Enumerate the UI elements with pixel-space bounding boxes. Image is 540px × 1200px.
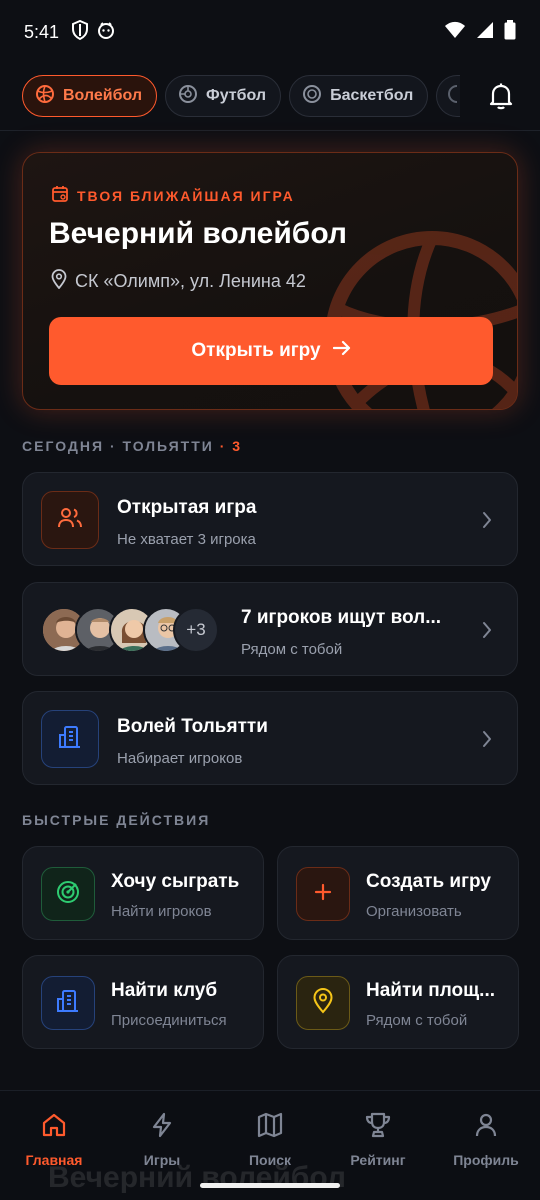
plus-icon [313, 882, 333, 907]
action-subtitle: Организовать [366, 903, 462, 920]
location-pin-icon-tile [296, 976, 350, 1030]
volleyball-icon [35, 84, 55, 109]
building-icon [55, 988, 81, 1019]
avatar-more-count: +3 [173, 607, 219, 653]
users-icon [57, 507, 83, 534]
trophy-icon [364, 1111, 392, 1142]
status-bar: 5:41 [0, 0, 540, 64]
arrow-right-icon [332, 340, 351, 362]
nav-label: Рейтинг [350, 1152, 406, 1168]
nav-search[interactable]: Поиск [216, 1111, 324, 1168]
chevron-right-icon [481, 620, 493, 645]
tab-label: Волейбол [63, 87, 143, 104]
action-subtitle: Найти игроков [111, 903, 212, 920]
building-icon [57, 724, 83, 755]
notifications-button[interactable] [488, 82, 514, 115]
nav-games[interactable]: Игры [108, 1111, 216, 1168]
create-game-button[interactable]: Создать игру Организовать [277, 846, 519, 940]
action-title: Хочу сыграть [111, 871, 240, 892]
location-text: СК «Олимп», ул. Ленина 42 [75, 271, 306, 291]
plus-icon-tile [296, 867, 350, 921]
next-game-location: СК «Олимп», ул. Ленина 42 [51, 269, 306, 294]
tab-basketball[interactable]: Баскетбол [289, 75, 429, 117]
header-divider [0, 130, 540, 131]
list-item-title: Волей Тольятти [117, 716, 268, 737]
map-icon [256, 1111, 284, 1142]
nav-profile[interactable]: Профиль [432, 1111, 540, 1168]
nav-rating[interactable]: Рейтинг [324, 1111, 432, 1168]
next-game-card[interactable]: ТВОЯ БЛИЖАЙШАЯ ИГРА Вечерний волейбол СК… [22, 152, 518, 410]
wifi-icon [444, 21, 466, 44]
home-indicator[interactable] [200, 1183, 340, 1188]
bell-icon [488, 83, 514, 114]
kicker-text: ТВОЯ БЛИЖАЙШАЯ ИГРА [77, 187, 295, 204]
basketball-icon [302, 84, 322, 109]
sport-tabs: Волейбол Футбол Баскетбол [0, 74, 540, 118]
action-title: Найти площ... [366, 980, 496, 1001]
home-icon [40, 1111, 68, 1142]
signal-icon [476, 21, 494, 44]
sport-icon [447, 84, 460, 109]
tab-football[interactable]: Футбол [165, 75, 282, 117]
list-item-title: Открытая игра [117, 497, 257, 518]
nav-label: Поиск [248, 1152, 291, 1168]
list-item-players-searching[interactable]: +3 7 игроков ищут вол... Рядом с тобой [22, 582, 518, 676]
open-game-button[interactable]: Открыть игру [49, 317, 493, 385]
list-item-club[interactable]: Волей Тольятти Набирает игроков [22, 691, 518, 785]
nav-label: Игры [143, 1152, 181, 1168]
radar-icon-tile [41, 867, 95, 921]
want-to-play-button[interactable]: Хочу сыграть Найти игроков [22, 846, 264, 940]
chevron-right-icon [481, 729, 493, 754]
calendar-icon [51, 185, 69, 206]
nav-home[interactable]: Главная [0, 1111, 108, 1168]
building-icon-tile [41, 710, 99, 768]
today-section-label: СЕГОДНЯ · ТОЛЬЯТТИ · 3 [22, 438, 242, 454]
person-icon [472, 1111, 500, 1142]
quick-actions-label: БЫСТРЫЕ ДЕЙСТВИЯ [22, 812, 211, 828]
list-item-subtitle: Набирает игроков [117, 750, 243, 767]
battery-icon [504, 19, 516, 45]
app-notification-icon [97, 21, 115, 44]
tab-more-partial[interactable] [436, 75, 461, 117]
today-count: · 3 [219, 438, 243, 454]
building-icon-tile [41, 976, 95, 1030]
find-club-button[interactable]: Найти клуб Присоединиться [22, 955, 264, 1049]
action-title: Создать игру [366, 871, 491, 892]
list-item-subtitle: Не хватает 3 игрока [117, 531, 256, 548]
shield-icon [71, 19, 89, 45]
section-title: СЕГОДНЯ · ТОЛЬЯТТИ [22, 438, 214, 454]
tab-label: Футбол [206, 87, 267, 104]
action-subtitle: Рядом с тобой [366, 1012, 468, 1029]
action-title: Найти клуб [111, 980, 218, 1001]
tab-volleyball[interactable]: Волейбол [22, 75, 158, 117]
action-subtitle: Присоединиться [111, 1012, 227, 1029]
nav-label: Профиль [453, 1152, 519, 1168]
location-pin-icon [51, 269, 67, 294]
lightning-icon [148, 1111, 176, 1142]
football-icon [178, 84, 198, 109]
list-item-title: 7 игроков ищут вол... [241, 607, 442, 628]
radar-icon [55, 879, 81, 910]
location-pin-icon [312, 987, 334, 1019]
button-label: Открыть игру [191, 340, 321, 361]
next-game-title: Вечерний волейбол [49, 217, 347, 250]
next-game-kicker: ТВОЯ БЛИЖАЙШАЯ ИГРА [51, 185, 295, 206]
status-time: 5:41 [24, 21, 60, 42]
find-venue-button[interactable]: Найти площ... Рядом с тобой [277, 955, 519, 1049]
avatar-stack: +3 [41, 607, 231, 653]
tab-label: Баскетбол [330, 87, 414, 104]
list-item-open-game[interactable]: Открытая игра Не хватает 3 игрока [22, 472, 518, 566]
users-icon-tile [41, 491, 99, 549]
list-item-subtitle: Рядом с тобой [241, 641, 343, 658]
chevron-right-icon [481, 510, 493, 535]
nav-label: Главная [25, 1152, 83, 1168]
